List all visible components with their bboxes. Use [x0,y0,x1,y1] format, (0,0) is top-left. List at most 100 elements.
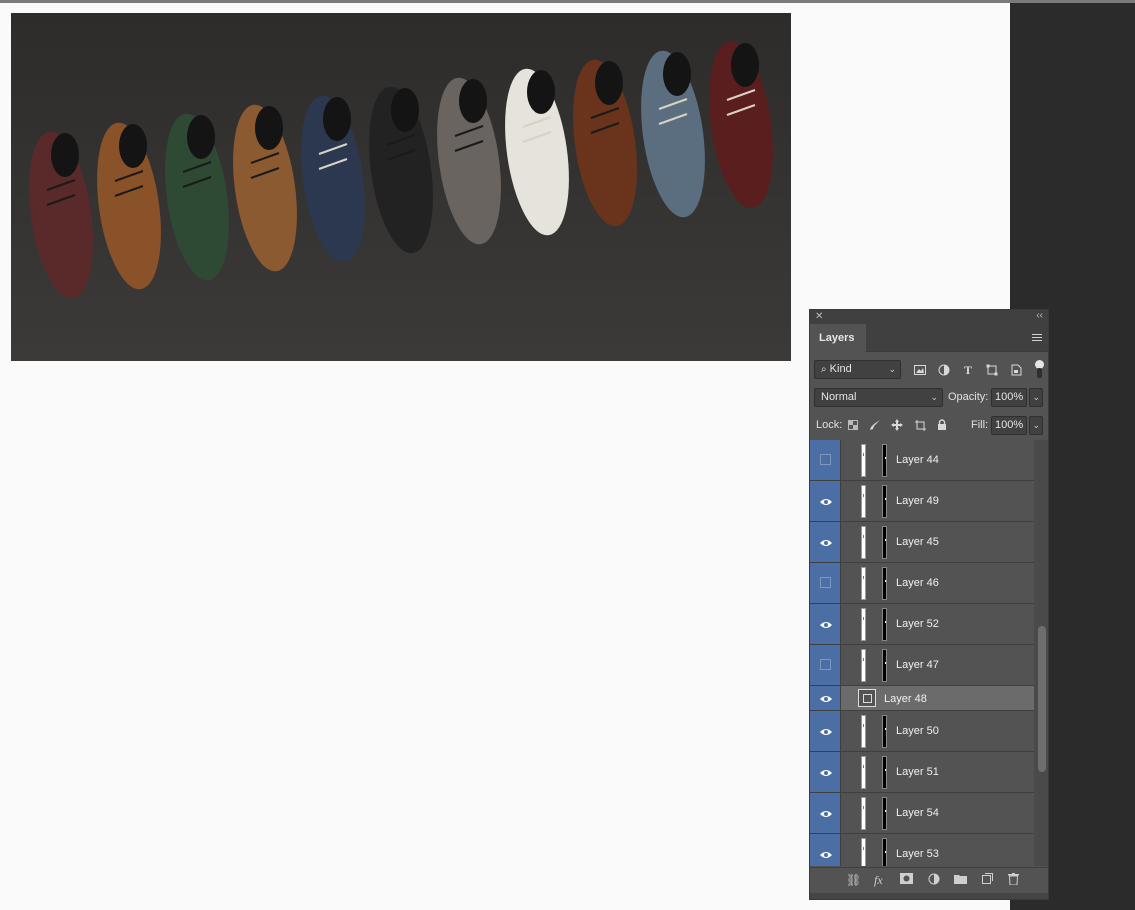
layer-name[interactable]: Layer 44 [896,454,939,466]
layer-row[interactable]: Layer 49 [810,481,1034,522]
panel-menu-icon[interactable] [1032,334,1042,342]
hidden-box-icon[interactable] [820,454,831,465]
layer-name[interactable]: Layer 51 [896,766,939,778]
smart-object-thumbnail-icon [858,689,876,707]
layer-row[interactable]: Layer 46 [810,563,1034,604]
chevron-down-icon: ⌄ [930,392,938,402]
visibility-toggle[interactable] [810,645,841,685]
type-filter-icon[interactable]: T [961,363,975,377]
filter-kind-select[interactable]: ⌕ Kind ⌄ [814,360,901,379]
lock-all-icon[interactable] [935,418,949,432]
layer-row[interactable]: Layer 50 [810,711,1034,752]
layer-row[interactable]: Layer 54 [810,793,1034,834]
layer-row[interactable]: Layer 45 [810,522,1034,563]
layer-thumbnail [861,485,866,518]
panel-resize-grip[interactable] [810,893,1048,899]
chevron-down-icon: ⌄ [1032,420,1040,430]
layer-mask-thumbnail [882,444,887,477]
blend-mode-select[interactable]: Normal ⌄ [814,388,943,407]
layer-mask-thumbnail [882,715,887,748]
layer-mask-thumbnail [882,608,887,641]
layer-thumbnail [861,608,866,641]
layer-row[interactable]: Layer 48 [810,686,1034,711]
layer-name[interactable]: Layer 46 [896,577,939,589]
layer-name[interactable]: Layer 47 [896,659,939,671]
layer-name[interactable]: Layer 48 [884,693,927,705]
layers-list[interactable]: Layer 44 Layer 49 Layer 45 Layer 46 Layer 52… [810,440,1034,866]
visibility-toggle[interactable] [810,481,841,521]
opacity-label: Opacity: [948,391,989,403]
fx-icon[interactable]: fx [874,873,883,888]
layer-name[interactable]: Layer 54 [896,807,939,819]
eye-icon[interactable] [820,809,832,817]
visibility-toggle[interactable] [810,440,841,480]
visibility-toggle[interactable] [810,604,841,644]
visibility-toggle[interactable] [810,563,841,603]
lock-transparent-icon[interactable] [846,418,860,432]
layer-name[interactable]: Layer 45 [896,536,939,548]
hidden-box-icon[interactable] [820,577,831,588]
adjustment-icon[interactable] [928,873,940,888]
search-icon: ⌕ [821,364,827,375]
layer-name[interactable]: Layer 49 [896,495,939,507]
layer-mask-thumbnail [882,797,887,830]
lock-image-icon[interactable] [868,418,882,432]
visibility-toggle[interactable] [810,752,841,792]
eye-icon[interactable] [820,768,832,776]
layer-thumbnail [861,797,866,830]
layer-row[interactable]: Layer 53 [810,834,1034,866]
adjustment-filter-icon[interactable] [937,363,951,377]
layer-thumbnail [861,649,866,682]
opacity-field[interactable]: 100% [991,388,1027,407]
shape-filter-icon[interactable] [985,363,999,377]
pixel-filter-icon[interactable] [913,363,927,377]
layer-thumbnail [861,838,866,866]
folder-icon[interactable] [954,873,967,887]
visibility-toggle[interactable] [810,686,841,710]
opacity-dropdown[interactable]: ⌄ [1029,388,1043,407]
visibility-toggle[interactable] [810,711,841,751]
layer-row[interactable]: Layer 51 [810,752,1034,793]
eye-icon[interactable] [820,538,832,546]
collapse-icon[interactable]: ‹‹ [1036,310,1043,321]
eye-icon[interactable] [820,850,832,858]
layer-name[interactable]: Layer 53 [896,848,939,860]
eye-icon[interactable] [820,727,832,735]
chevron-down-icon: ⌄ [1032,392,1040,402]
fill-field[interactable]: 100% [991,416,1027,435]
visibility-toggle[interactable] [810,793,841,833]
hidden-box-icon[interactable] [820,659,831,670]
layer-thumbnail [861,444,866,477]
eye-icon[interactable] [820,694,832,702]
visibility-toggle[interactable] [810,522,841,562]
layers-scroll-thumb[interactable] [1038,626,1046,772]
layer-row[interactable]: Layer 47 [810,645,1034,686]
tab-layers[interactable]: Layers [810,324,866,352]
new-layer-icon[interactable] [982,873,993,887]
filter-toggle-track [1037,368,1042,378]
panel-titlebar: ✕ ‹‹ [810,310,1048,324]
trash-icon[interactable] [1008,873,1019,888]
lock-position-icon[interactable] [890,418,904,432]
smart-object-filter-icon[interactable] [1009,363,1023,377]
visibility-toggle[interactable] [810,834,841,866]
shoes-photo [11,13,791,361]
eye-icon[interactable] [820,497,832,505]
layer-name[interactable]: Layer 50 [896,725,939,737]
close-icon[interactable]: ✕ [815,311,823,322]
layer-name[interactable]: Layer 52 [896,618,939,630]
blend-mode-value: Normal [821,391,857,403]
layer-thumbnail [861,526,866,559]
lock-artboard-icon[interactable] [913,418,927,432]
link-icon[interactable]: ⛓ [846,873,861,887]
fill-dropdown[interactable]: ⌄ [1029,416,1043,435]
layer-row[interactable]: Layer 44 [810,440,1034,481]
layer-mask-thumbnail [882,756,887,789]
layer-thumbnail [861,715,866,748]
layer-row[interactable]: Layer 52 [810,604,1034,645]
eye-icon[interactable] [820,620,832,628]
layer-mask-thumbnail [882,649,887,682]
mask-icon[interactable] [900,873,913,887]
layer-mask-thumbnail [882,567,887,600]
layer-thumbnail [861,756,866,789]
